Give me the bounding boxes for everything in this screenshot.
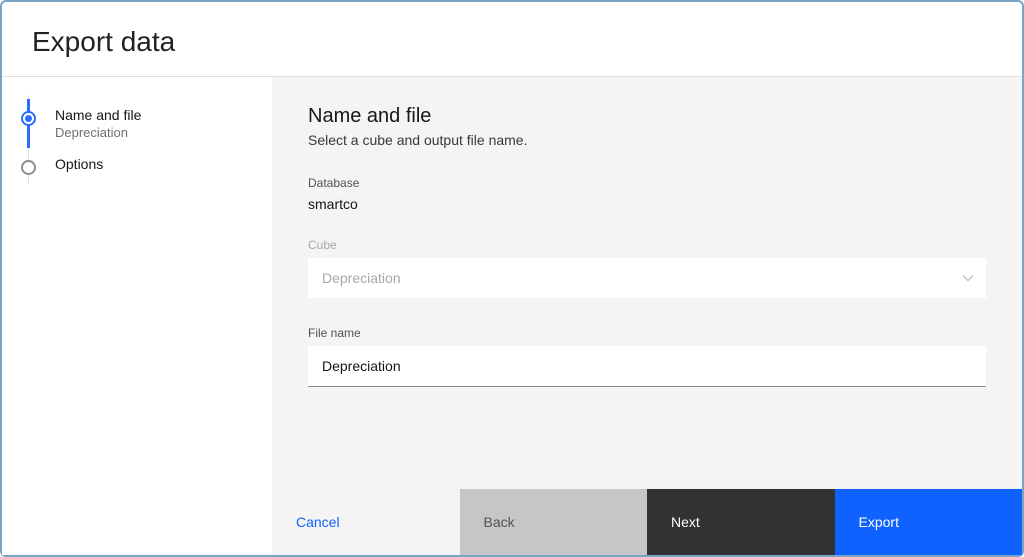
- filename-label: File name: [308, 326, 986, 340]
- radio-selected-icon: [21, 111, 36, 126]
- step-list: Name and file Depreciation Options: [28, 95, 272, 184]
- dialog-footer: Cancel Back Next Export: [272, 489, 1022, 555]
- cube-label: Cube: [308, 238, 986, 252]
- step-title: Options: [55, 156, 254, 172]
- content-subheading: Select a cube and output file name.: [308, 132, 986, 148]
- dialog-body: Name and file Depreciation Options Name …: [2, 76, 1022, 555]
- step-title: Name and file: [55, 107, 254, 123]
- filename-input[interactable]: [308, 346, 986, 387]
- step-options[interactable]: Options: [29, 148, 272, 180]
- cube-select-wrap: Depreciation: [308, 258, 986, 298]
- cancel-button[interactable]: Cancel: [272, 489, 460, 555]
- content-area: Name and file Select a cube and output f…: [272, 77, 1022, 489]
- dialog-title: Export data: [32, 26, 992, 58]
- next-button[interactable]: Next: [647, 489, 835, 555]
- cube-select[interactable]: Depreciation: [308, 258, 986, 298]
- dialog-header: Export data: [2, 2, 1022, 76]
- back-button[interactable]: Back: [460, 489, 648, 555]
- content-heading: Name and file: [308, 105, 986, 128]
- step-subtitle: Depreciation: [55, 125, 254, 140]
- filename-input-wrap: [308, 346, 986, 387]
- step-name-and-file[interactable]: Name and file Depreciation: [29, 99, 272, 148]
- database-value: smartco: [308, 196, 986, 212]
- main-panel: Name and file Select a cube and output f…: [272, 77, 1022, 555]
- export-button[interactable]: Export: [835, 489, 1023, 555]
- wizard-sidebar: Name and file Depreciation Options: [2, 77, 272, 555]
- radio-unselected-icon: [21, 160, 36, 175]
- dialog-container: Export data Name and file Depreciation O…: [2, 2, 1022, 555]
- database-label: Database: [308, 176, 986, 190]
